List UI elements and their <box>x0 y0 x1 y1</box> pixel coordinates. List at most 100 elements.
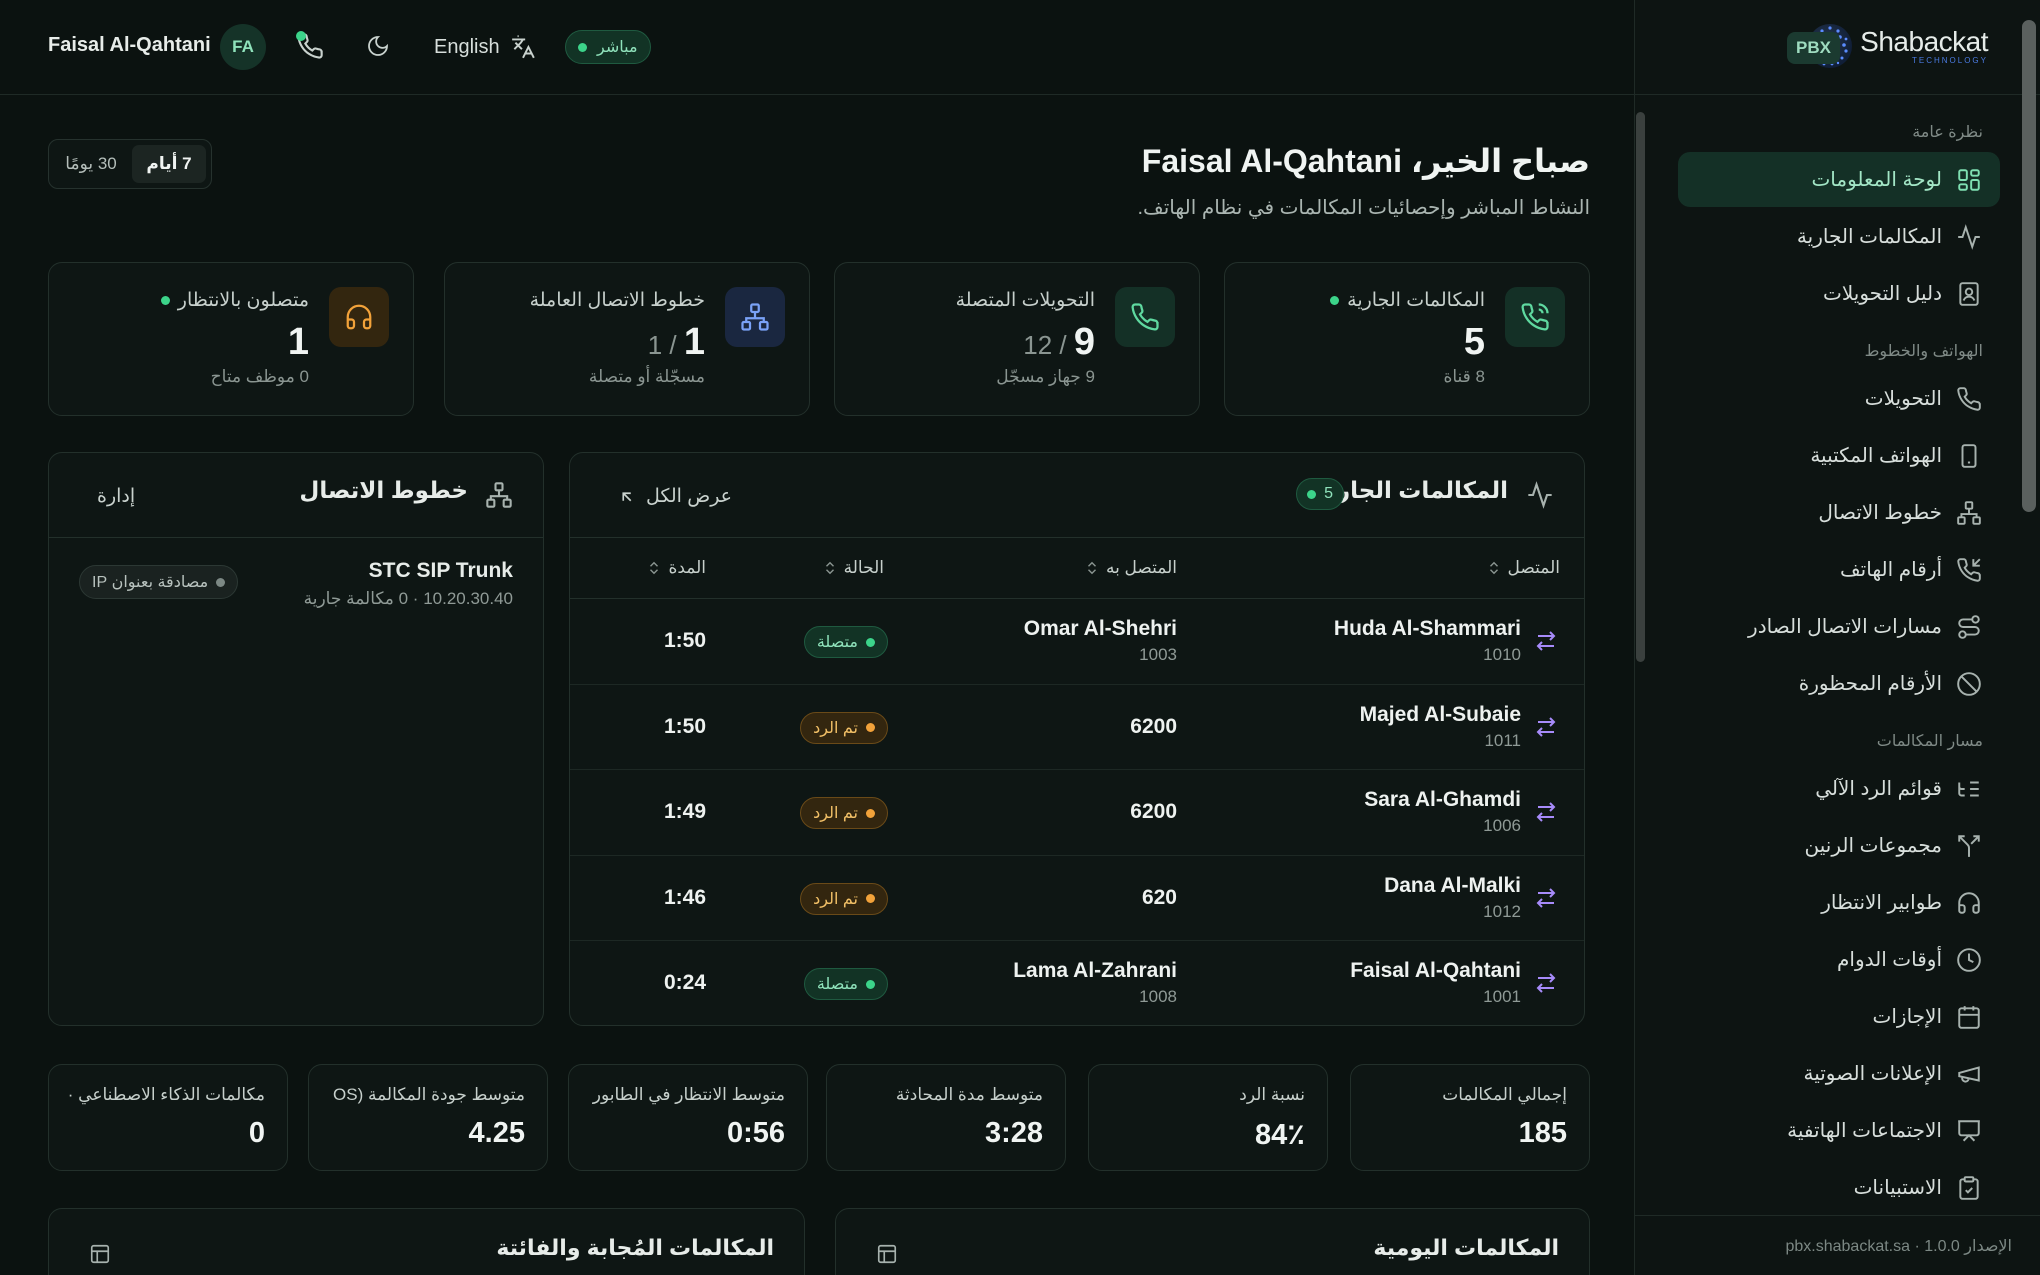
auth-badge: مصادقة بعنوان IP <box>79 565 239 599</box>
sidebar-item-holidays[interactable]: الإجازات <box>1678 989 2000 1044</box>
stat-card-connected-extensions[interactable]: التحويلات المتصلة 12 / 9 9 جهاز مسجّل <box>834 262 1200 416</box>
column-duration[interactable]: المدة <box>648 558 706 578</box>
sidebar-item-desk-phones[interactable]: الهواتف المكتبية <box>1678 428 2000 483</box>
route-icon <box>1958 614 1980 639</box>
table-view-icon[interactable] <box>876 1243 898 1265</box>
call-duration: 1:46 <box>663 885 706 909</box>
split-icon <box>1958 834 1980 857</box>
metric-label: إجمالي المكالمات <box>1442 1085 1567 1104</box>
metric-value: 84٪ <box>1255 1119 1305 1151</box>
caller-name: Majed Al-Subaie <box>1359 702 1521 726</box>
arrow-up-left-icon <box>622 491 632 501</box>
table-row[interactable]: Majed Al-Subaie 1011 6200 تم الرد 1:50 <box>570 685 1584 770</box>
manage-trunks-link[interactable]: إدارة <box>97 485 135 508</box>
sidebar-item-active-calls[interactable]: المكالمات الجارية <box>1678 209 2000 264</box>
column-callee[interactable]: المتصل به <box>1086 558 1177 578</box>
column-status[interactable]: الحالة <box>824 558 884 578</box>
theme-toggle-icon[interactable] <box>366 34 390 58</box>
avatar[interactable]: FA <box>220 24 266 70</box>
language-switcher[interactable]: English <box>434 34 536 60</box>
live-dot <box>1330 296 1340 305</box>
sidebar-item-outbound-routes[interactable]: مسارات الاتصال الصادر <box>1678 599 2000 654</box>
stat-sub: مسجّلة أو متصلة <box>588 367 705 386</box>
stat-label: متصلون بالانتظار <box>177 290 309 311</box>
range-7-days[interactable]: 7 أيام <box>132 145 206 183</box>
metric-label: متوسط مدة المحادثة <box>895 1085 1043 1104</box>
live-label: مباشر <box>597 39 638 56</box>
stat-current: 1 <box>683 321 705 363</box>
sidebar-item-blocked-numbers[interactable]: الأرقام المحظورة <box>1678 656 2000 711</box>
status-label: تم الرد <box>813 719 858 737</box>
callee-ext: 1003 <box>1139 645 1177 664</box>
sidebar-item-conferences[interactable]: الاجتماعات الهاتفية <box>1678 1103 2000 1158</box>
sidebar-item-ivr[interactable]: قوائم الرد الآلي <box>1678 761 2000 816</box>
caller-name: Dana Al-Malki <box>1384 873 1521 897</box>
sidebar-item-directory[interactable]: دليل التحويلات <box>1678 266 2000 321</box>
sidebar-item-queues[interactable]: طوابير الانتظار <box>1678 875 2000 930</box>
sidebar-item-business-hours[interactable]: أوقات الدوام <box>1678 932 2000 987</box>
status-label: متصلة <box>816 976 858 993</box>
auth-label: مصادقة بعنوان IP <box>92 574 209 591</box>
table-view-icon[interactable] <box>89 1243 111 1265</box>
metric-avg-talk-time: متوسط مدة المحادثة 3:28 <box>826 1064 1066 1171</box>
sort-icon <box>1489 561 1498 575</box>
sidebar-item-announcements[interactable]: الإعلانات الصوتية <box>1678 1046 2000 1101</box>
active-calls-panel: المكالمات الجارية 5 عرض الكل المتصل المت… <box>569 452 1585 1026</box>
column-caller[interactable]: المتصل <box>1488 558 1560 578</box>
network-icon <box>725 287 785 347</box>
user-name[interactable]: Faisal Al-Qahtani <box>48 34 211 57</box>
column-label: المتصل به <box>1105 558 1177 577</box>
live-dot <box>578 42 587 52</box>
metric-value: 3:28 <box>984 1117 1043 1149</box>
transfer-arrows-icon <box>1536 887 1556 908</box>
status-dot <box>216 577 226 587</box>
sidebar-item-phone-numbers[interactable]: أرقام الهاتف <box>1678 542 2000 597</box>
headset-icon <box>1958 891 1980 914</box>
view-all-link[interactable]: عرض الكل <box>618 485 732 508</box>
stat-value: 12 / 9 <box>1023 321 1095 364</box>
table-row[interactable]: Sara Al-Ghamdi 1006 6200 تم الرد 1:49 <box>570 770 1584 856</box>
status-badge: تم الرد <box>800 797 888 829</box>
presentation-icon <box>1958 1119 1980 1141</box>
brand-name: Shabackat <box>1860 25 1988 57</box>
stat-card-waiting-callers[interactable]: متصلون بالانتظار 1 0 موظف متاح <box>48 262 414 416</box>
page-scrollbar[interactable] <box>2022 20 2036 512</box>
sidebar-item-label: الاستبيانات <box>1853 1177 1942 1199</box>
panel-title: المكالمات المُجابة والفائتة <box>496 1235 774 1260</box>
sidebar-item-surveys[interactable]: الاستبيانات <box>1678 1160 2000 1215</box>
sidebar-nav[interactable]: نظرة عامة لوحة المعلومات المكالمات الجار… <box>1644 95 2040 1215</box>
sidebar-item-label: الهواتف المكتبية <box>1810 445 1942 467</box>
caller-name: Sara Al-Ghamdi <box>1364 788 1521 811</box>
metric-label: متوسط جودة المكالمة (OS <box>333 1085 525 1104</box>
sidebar-item-ring-groups[interactable]: مجموعات الرنين <box>1678 818 2000 873</box>
stat-label: التحويلات المتصلة <box>955 290 1095 311</box>
stat-card-active-trunks[interactable]: خطوط الاتصال العاملة 1 / 1 مسجّلة أو متص… <box>444 262 810 416</box>
stat-total: 12 <box>1023 330 1053 360</box>
sidebar-item-label: التحويلات <box>1864 388 1942 410</box>
content-scrollbar[interactable] <box>1636 112 1645 662</box>
view-all-label: عرض الكل <box>646 486 733 507</box>
status-badge: متصلة <box>803 626 888 658</box>
caller-ext: 1006 <box>1483 816 1521 835</box>
caller-ext: 1010 <box>1483 645 1521 664</box>
table-row[interactable]: Huda Al-Shammari 1010 Omar Al-Shehri 1003 … <box>570 599 1584 685</box>
answered-missed-panel: المكالمات المُجابة والفائتة <box>48 1208 805 1275</box>
stat-separator: / <box>662 330 684 360</box>
activity-icon <box>1958 223 1980 250</box>
status-dot <box>866 894 875 903</box>
softphone-status-dot <box>296 31 306 41</box>
sidebar-item-trunks[interactable]: خطوط الاتصال <box>1678 485 2000 540</box>
metric-call-quality: متوسط جودة المكالمة (OS 4.25 <box>308 1064 548 1171</box>
sidebar-item-extensions[interactable]: التحويلات <box>1678 371 2000 426</box>
call-duration: 1:50 <box>663 714 706 738</box>
status-label: تم الرد <box>813 890 858 908</box>
table-row[interactable]: Dana Al-Malki 1012 620 تم الرد 1:46 <box>570 856 1584 941</box>
stat-value: 1 <box>287 321 309 363</box>
table-row[interactable]: Faisal Al-Qahtani 1001 Lama Al-Zahrani 100… <box>570 941 1584 1025</box>
stat-value: 1 / 1 <box>648 321 705 364</box>
contacts-icon <box>1959 281 1979 306</box>
range-30-days[interactable]: 30 يومًا <box>54 145 128 183</box>
sidebar-item-dashboard[interactable]: لوحة المعلومات <box>1678 152 2000 207</box>
stat-card-active-calls[interactable]: المكالمات الجارية 5 8 قناة <box>1224 262 1590 416</box>
caller-ext: 1001 <box>1483 987 1521 1006</box>
